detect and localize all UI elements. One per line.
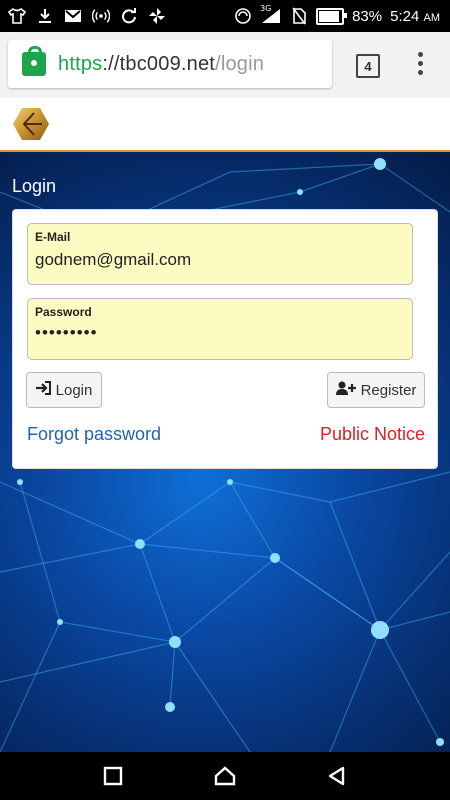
back-button[interactable] <box>327 766 347 786</box>
no-sim-icon <box>290 7 308 25</box>
clock-ampm: AM <box>423 11 441 24</box>
status-bar: 3G 83% 5:24 AM <box>0 0 450 32</box>
hotspot-icon <box>92 7 110 25</box>
password-label: Password <box>35 305 92 319</box>
clock-time: 5:24 <box>390 7 420 25</box>
email-label: E-Mail <box>35 230 71 244</box>
login-button[interactable]: Login <box>26 372 102 408</box>
url-bar[interactable]: https://tbc009.net/login <box>8 40 332 88</box>
tab-switcher-button[interactable]: 4 <box>356 54 380 78</box>
battery-percent: 83% <box>352 7 383 25</box>
signal-icon: 3G <box>260 4 282 25</box>
url-separator: :// <box>102 52 120 75</box>
url-text[interactable]: https://tbc009.net/login <box>58 53 264 76</box>
email-input[interactable]: godnem@gmail.com <box>35 250 191 270</box>
do-not-disturb-icon <box>234 7 252 25</box>
network-type: 3G <box>260 4 272 13</box>
register-button-label: Register <box>360 381 417 399</box>
password-input[interactable]: ••••••••• <box>35 323 98 343</box>
download-icon <box>36 7 54 25</box>
register-button[interactable]: Register <box>327 372 425 408</box>
recent-apps-button[interactable] <box>103 766 123 786</box>
login-button-label: Login <box>55 381 93 399</box>
overflow-menu-button[interactable] <box>416 52 424 75</box>
url-scheme: https <box>58 52 103 75</box>
pinwheel-icon <box>148 7 166 25</box>
sign-in-icon <box>35 381 51 399</box>
sync-icon <box>120 7 138 25</box>
add-user-icon <box>335 381 356 399</box>
square-icon <box>103 766 123 786</box>
system-status: 3G 83% 5:24 AM <box>234 0 440 32</box>
menu-dot <box>417 70 423 75</box>
url-path: /login <box>215 52 265 75</box>
system-navigation-bar <box>0 752 450 800</box>
battery-icon <box>316 7 348 25</box>
gmail-icon <box>64 7 82 25</box>
login-section: Login E-Mail godnem@gmail.com Password •… <box>0 152 450 752</box>
browser-toolbar: https://tbc009.net/login 4 <box>0 32 450 98</box>
login-form: E-Mail godnem@gmail.com Password •••••••… <box>12 209 438 469</box>
back-icon <box>328 766 345 786</box>
site-header <box>0 98 450 152</box>
home-icon <box>214 766 236 786</box>
url-host: tbc009.net <box>119 52 216 75</box>
forgot-password-link[interactable]: Forgot password <box>27 424 161 445</box>
menu-dot <box>417 61 423 66</box>
password-field[interactable]: Password ••••••••• <box>27 298 413 360</box>
public-notice-link[interactable]: Public Notice <box>320 424 425 445</box>
tshirt-icon <box>8 7 26 25</box>
home-button[interactable] <box>214 766 236 786</box>
site-logo[interactable] <box>12 107 50 141</box>
notification-icons <box>0 7 166 25</box>
lock-icon <box>22 46 46 76</box>
login-heading: Login <box>12 176 57 196</box>
email-field[interactable]: E-Mail godnem@gmail.com <box>27 223 413 285</box>
menu-dot <box>417 52 423 57</box>
clock: 5:24 AM <box>390 8 440 25</box>
